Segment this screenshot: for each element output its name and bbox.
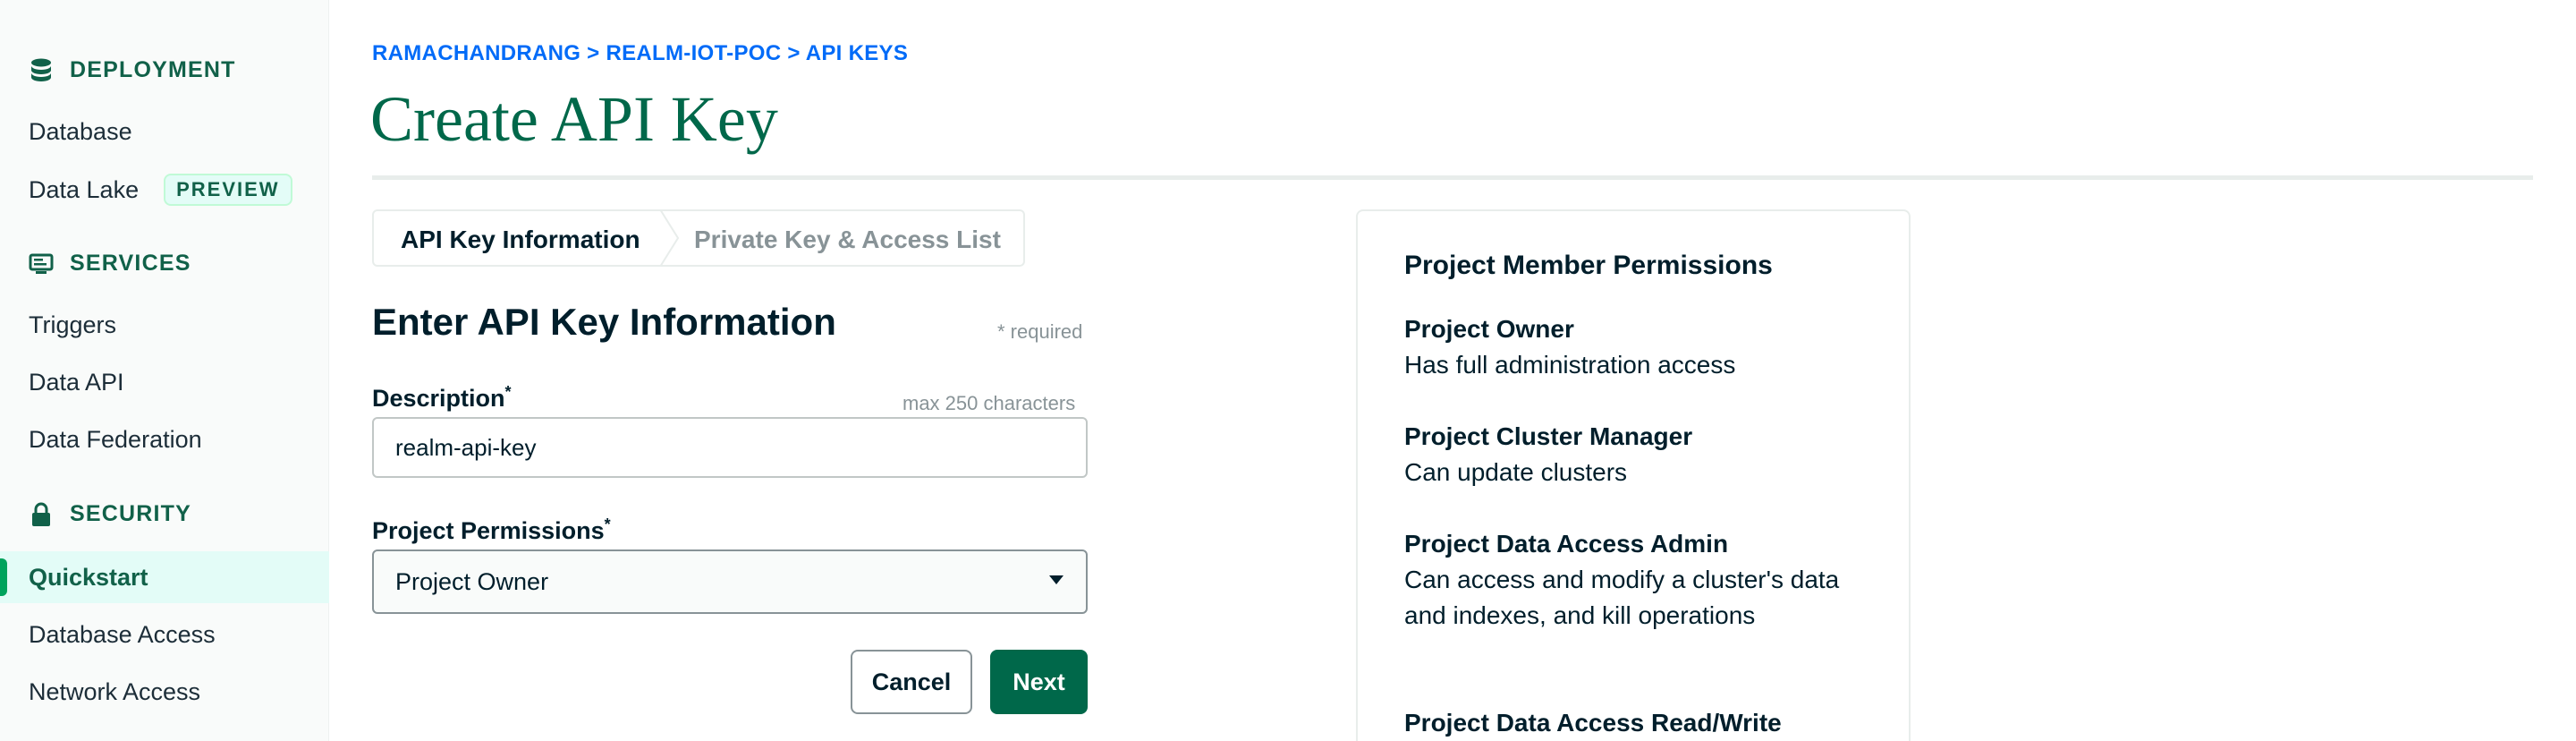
role-name: Project Data Access Read/Write <box>1404 709 1782 737</box>
project-member-permissions-panel: Project Member Permissions Project Owner… <box>1356 209 1911 741</box>
breadcrumb[interactable]: RAMACHANDRANG > REALM-IOT-POC > API KEYS <box>372 41 908 66</box>
sidebar-item-data-federation[interactable]: Data Federation <box>29 426 202 454</box>
sidebar-section-title: SERVICES <box>70 251 191 276</box>
project-permissions-label: Project Permissions* <box>372 515 611 545</box>
sidebar: DEPLOYMENT Database Data Lake PREVIEW SE… <box>0 0 329 741</box>
step-separator-icon <box>659 209 680 267</box>
services-icon <box>29 251 54 277</box>
description-char-limit: max 250 characters <box>902 392 1076 414</box>
required-asterisk: * <box>604 515 611 533</box>
preview-badge: PREVIEW <box>164 174 292 206</box>
role-description: Can update clusters <box>1404 458 1628 486</box>
sidebar-section-services: SERVICES <box>29 251 191 277</box>
step-api-key-information[interactable]: API Key Information <box>401 226 640 254</box>
sidebar-active-indicator <box>0 558 7 596</box>
description-label: Description* <box>372 383 512 413</box>
sidebar-section-title: SECURITY <box>70 501 192 526</box>
role-name: Project Cluster Manager <box>1404 422 1693 450</box>
sidebar-item-database[interactable]: Database <box>29 118 132 146</box>
role-name: Project Owner <box>1404 315 1574 343</box>
sidebar-item-quickstart[interactable]: Quickstart <box>29 564 148 592</box>
title-divider <box>372 175 2533 180</box>
next-button[interactable]: Next <box>990 650 1088 714</box>
project-permissions-label-text: Project Permissions <box>372 517 605 544</box>
sidebar-item-data-lake[interactable]: Data Lake PREVIEW <box>29 174 292 206</box>
sidebar-item-triggers[interactable]: Triggers <box>29 311 116 339</box>
lock-icon <box>29 502 54 527</box>
step-private-key-access-list[interactable]: Private Key & Access List <box>694 226 1001 254</box>
role-description: Has full administration access <box>1404 351 1736 379</box>
wizard-stepper: API Key Information Private Key & Access… <box>372 209 1025 267</box>
sidebar-item-data-api[interactable]: Data API <box>29 369 124 396</box>
page-title: Create API Key <box>370 83 778 155</box>
description-input[interactable] <box>372 417 1088 478</box>
required-note: * required <box>997 320 1083 343</box>
sidebar-section-security: SECURITY <box>29 501 191 527</box>
sidebar-item-database-access[interactable]: Database Access <box>29 621 216 649</box>
sidebar-section-title: DEPLOYMENT <box>70 57 236 82</box>
required-asterisk: * <box>504 383 512 401</box>
select-value: Project Owner <box>395 567 549 595</box>
cancel-button[interactable]: Cancel <box>851 650 972 714</box>
form-heading: Enter API Key Information <box>372 301 836 343</box>
database-icon <box>29 58 54 83</box>
permissions-panel-title: Project Member Permissions <box>1404 251 1773 280</box>
sidebar-item-network-access[interactable]: Network Access <box>29 678 200 706</box>
description-label-text: Description <box>372 385 505 412</box>
project-permissions-select[interactable]: Project Owner <box>372 549 1088 614</box>
role-name: Project Data Access Admin <box>1404 530 1729 558</box>
sidebar-item-label: Data Lake <box>29 175 140 203</box>
role-description: Can access and modify a cluster's data a… <box>1404 566 1840 629</box>
sidebar-section-deployment: DEPLOYMENT <box>29 57 236 83</box>
caret-down-icon <box>1048 574 1064 590</box>
